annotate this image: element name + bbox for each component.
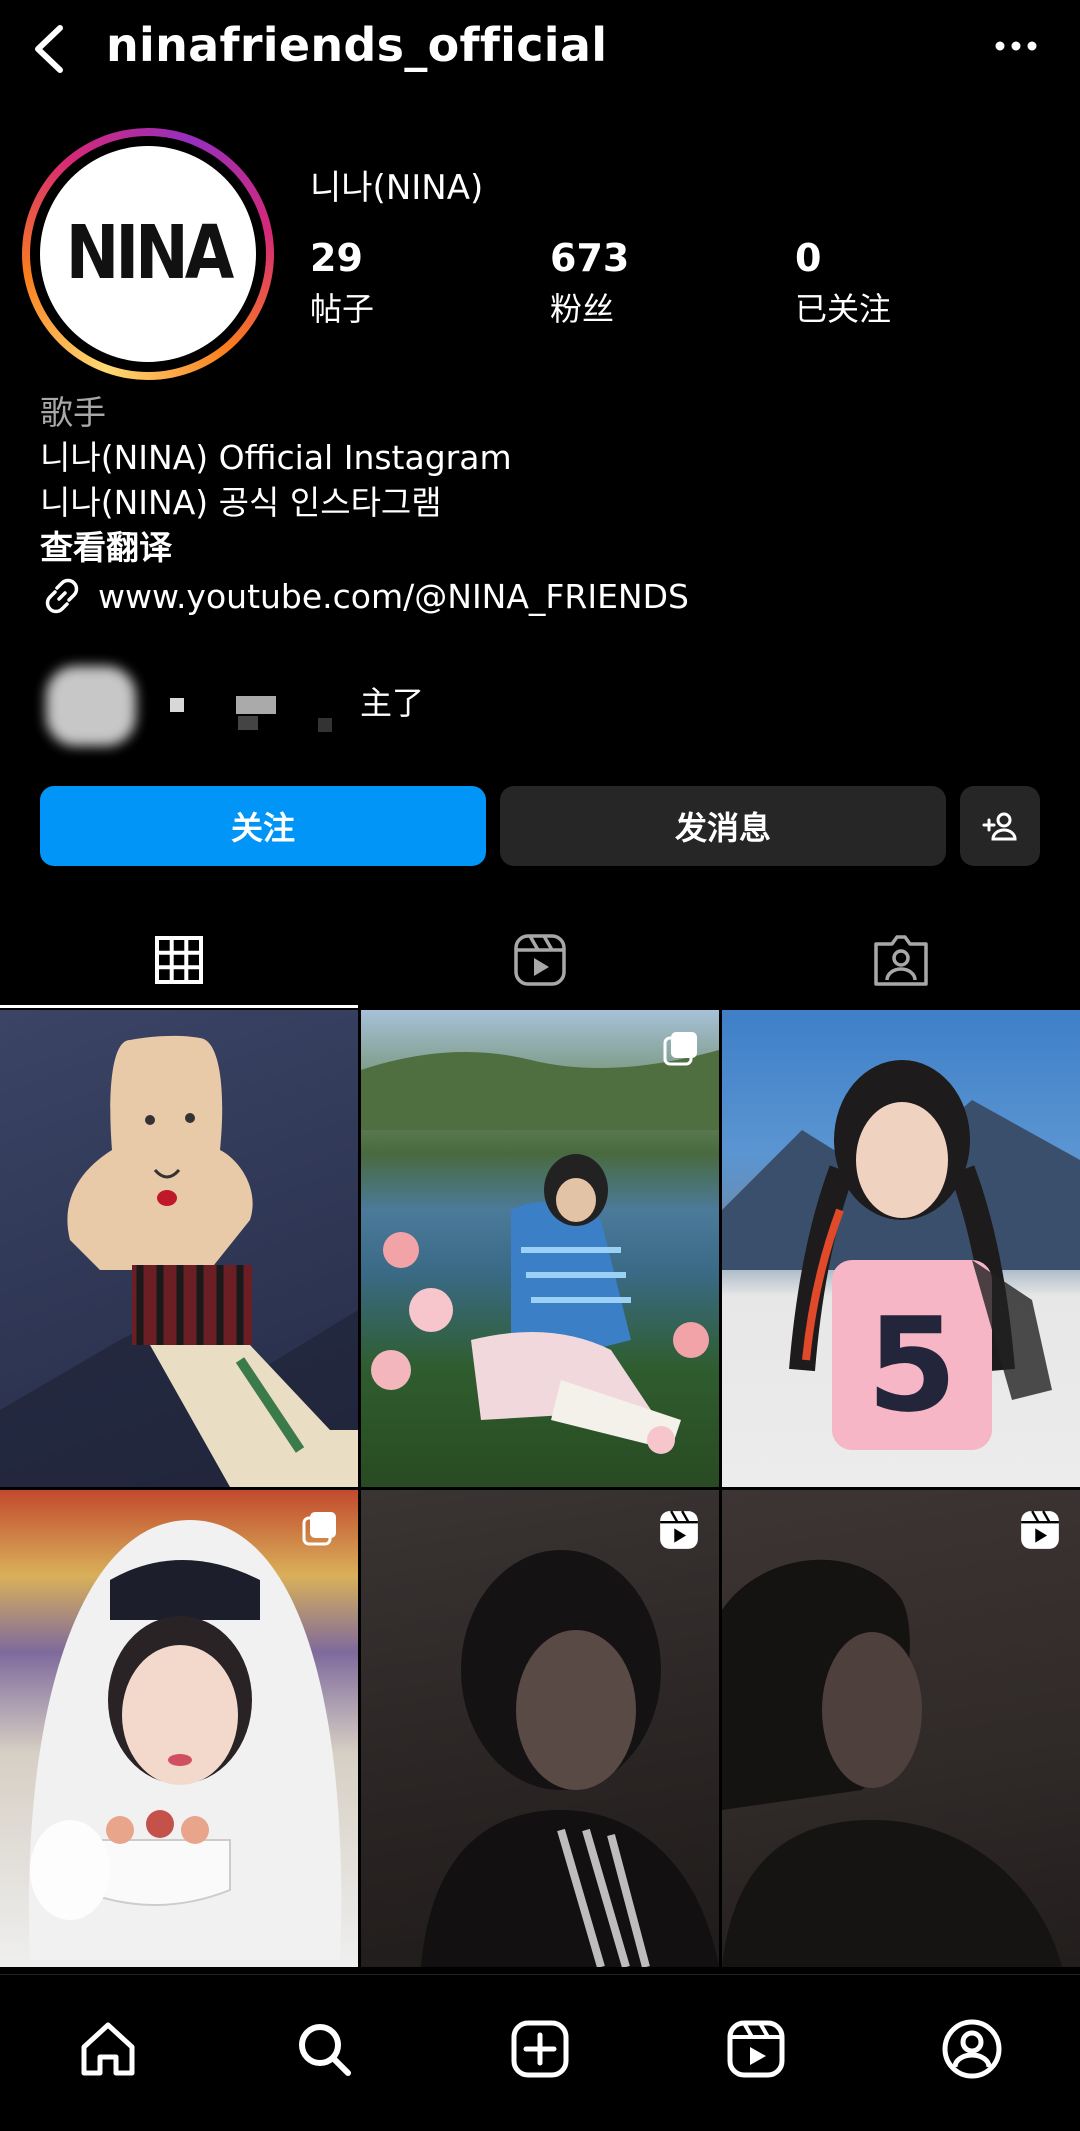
stat-followers-value: 673 bbox=[550, 236, 630, 280]
message-button[interactable]: 发消息 bbox=[500, 786, 946, 866]
post-image-dark-profile bbox=[722, 1559, 1062, 1967]
avatar-ring-gap: NINA bbox=[30, 136, 266, 372]
avatar-logo-text: NINA bbox=[65, 211, 234, 297]
post-tile[interactable] bbox=[722, 1490, 1080, 1967]
tagged-icon bbox=[874, 935, 928, 986]
reel-icon bbox=[660, 1510, 698, 1549]
post-tile[interactable] bbox=[0, 1490, 358, 1967]
blurred-text bbox=[236, 696, 276, 714]
blurred-text bbox=[238, 716, 258, 730]
blurred-text bbox=[318, 718, 332, 732]
profile-link[interactable]: www.youtube.com/@NINA_FRIENDS bbox=[40, 574, 689, 618]
follow-button[interactable]: 关注 bbox=[40, 786, 486, 866]
blurred-text bbox=[170, 698, 184, 712]
top-bar: ninafriends_official bbox=[0, 0, 1080, 100]
tab-reels[interactable] bbox=[361, 910, 719, 1010]
svg-text:5: 5 bbox=[867, 1289, 957, 1441]
post-tile[interactable] bbox=[361, 1010, 719, 1487]
profile-link-text: www.youtube.com/@NINA_FRIENDS bbox=[98, 576, 689, 616]
post-tile[interactable] bbox=[361, 1490, 719, 1967]
display-name: 니나(NINA) bbox=[310, 168, 484, 208]
bio-line-1: 니나(NINA) Official Instagram bbox=[40, 438, 512, 477]
profile-icon[interactable] bbox=[940, 2017, 1004, 2081]
followed-by-text: 主了 bbox=[360, 684, 425, 722]
stat-followers-label: 粉丝 bbox=[550, 290, 615, 328]
followed-by-row[interactable]: 主了 bbox=[46, 660, 446, 746]
posts-grid: 5 bbox=[0, 1010, 1080, 1968]
post-image-braids: 5 bbox=[722, 1060, 1080, 1450]
post-image-hood bbox=[28, 1520, 342, 1960]
chevron-left-icon[interactable] bbox=[30, 22, 70, 76]
see-translation-link[interactable]: 查看翻译 bbox=[40, 525, 512, 570]
profile-bio: 歌手 니나(NINA) Official Instagram 니나(NINA) … bbox=[40, 390, 512, 570]
mutual-avatar-blurred bbox=[46, 666, 136, 746]
post-tile[interactable]: 5 bbox=[722, 1010, 1080, 1487]
stat-followers[interactable]: 673 粉丝 bbox=[550, 236, 629, 330]
avatar-logo: NINA bbox=[40, 146, 256, 362]
suggested-users-button[interactable] bbox=[960, 786, 1040, 866]
stat-posts-value: 29 bbox=[310, 236, 363, 280]
more-dots-icon[interactable] bbox=[994, 36, 1038, 56]
profile-avatar[interactable]: NINA bbox=[22, 128, 274, 380]
reels-icon[interactable] bbox=[724, 2017, 788, 2081]
search-icon[interactable] bbox=[292, 2017, 356, 2081]
bottom-nav bbox=[0, 1974, 1080, 2131]
post-image-dark-portrait bbox=[421, 1550, 719, 1967]
active-tab-indicator bbox=[0, 1005, 358, 1008]
post-image-lake bbox=[361, 1050, 719, 1454]
carousel-icon bbox=[663, 1032, 697, 1066]
stat-following-value: 0 bbox=[795, 236, 822, 280]
link-icon bbox=[45, 578, 79, 614]
home-icon[interactable] bbox=[76, 2017, 140, 2081]
bio-line-2: 니나(NINA) 공식 인스타그램 bbox=[40, 483, 442, 522]
grid-icon bbox=[155, 936, 203, 984]
profile-category: 歌手 bbox=[40, 393, 106, 432]
add-person-icon bbox=[982, 812, 1017, 841]
tab-posts-grid[interactable] bbox=[0, 910, 358, 1010]
reels-icon bbox=[514, 934, 566, 986]
create-icon[interactable] bbox=[508, 2017, 572, 2081]
post-tile[interactable] bbox=[0, 1010, 358, 1487]
profile-username: ninafriends_official bbox=[106, 18, 608, 72]
stat-following[interactable]: 0 已关注 bbox=[795, 236, 891, 330]
profile-tabs bbox=[0, 910, 1080, 1010]
post-image-puppet bbox=[0, 1035, 358, 1487]
carousel-icon bbox=[302, 1512, 336, 1546]
reel-icon bbox=[1021, 1510, 1059, 1549]
tab-tagged[interactable] bbox=[722, 910, 1080, 1010]
stat-posts-label: 帖子 bbox=[310, 290, 375, 328]
stat-posts[interactable]: 29 帖子 bbox=[310, 236, 374, 330]
stat-following-label: 已关注 bbox=[795, 290, 892, 328]
